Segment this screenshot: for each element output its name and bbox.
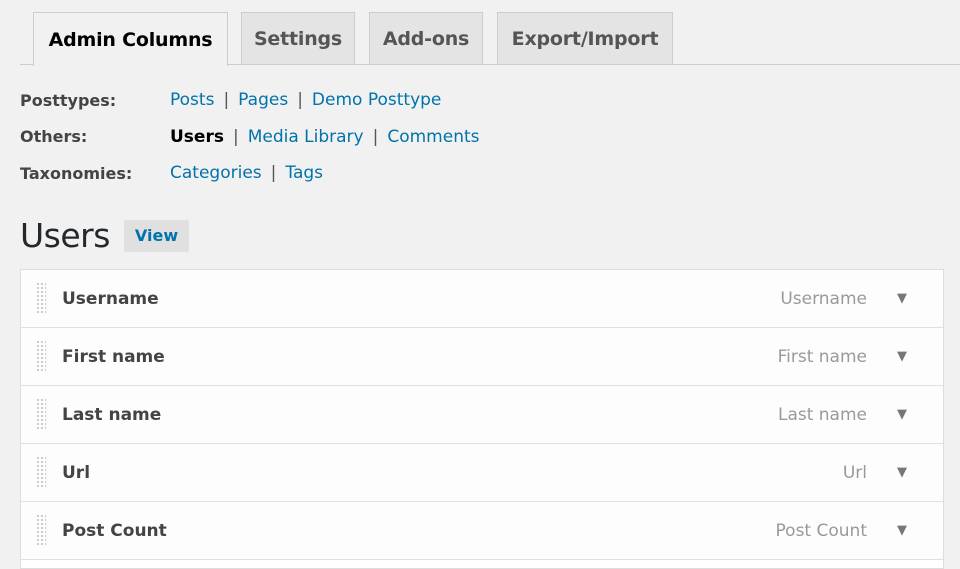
link-pages[interactable]: Pages — [238, 90, 288, 110]
separator: | — [232, 126, 239, 147]
column-type: Post Count — [775, 520, 867, 541]
others-label: Others: — [20, 127, 88, 147]
column-row: Last name Last name ▼ — [21, 386, 943, 444]
column-type: Last name — [777, 404, 867, 425]
page-title: Users — [20, 216, 110, 255]
column-label[interactable]: Post Count — [62, 521, 167, 541]
separator: | — [297, 90, 303, 111]
columns-list: Username Username ▼ First name First nam… — [20, 269, 944, 569]
drag-handle-icon[interactable] — [36, 456, 46, 488]
column-type: Username — [780, 288, 867, 309]
drag-handle-icon[interactable] — [36, 282, 46, 314]
type-menu: Posttypes: Posts | Pages | Demo Posttype… — [20, 82, 480, 192]
column-label[interactable]: First name — [62, 347, 165, 367]
link-tags[interactable]: Tags — [285, 163, 323, 183]
chevron-down-icon[interactable]: ▼ — [897, 523, 907, 538]
posttypes-row: Posttypes: Posts | Pages | Demo Posttype — [20, 82, 480, 119]
chevron-down-icon[interactable]: ▼ — [897, 349, 907, 364]
posttypes-label: Posttypes: — [20, 90, 117, 110]
tab-admin-columns[interactable]: Admin Columns — [33, 12, 228, 66]
separator: | — [372, 126, 379, 147]
separator: | — [223, 90, 230, 111]
column-label[interactable]: Last name — [62, 405, 161, 425]
link-demo-posttype[interactable]: Demo Posttype — [312, 90, 441, 110]
drag-handle-icon[interactable] — [36, 398, 46, 430]
taxonomies-row: Taxonomies: Categories | Tags — [20, 155, 480, 192]
tab-export-import[interactable]: Export/Import — [497, 12, 673, 64]
taxonomies-links: Categories | Tags — [170, 163, 323, 183]
chevron-down-icon[interactable]: ▼ — [897, 465, 907, 480]
others-links: Users | Media Library | Comments — [170, 127, 480, 147]
link-posts[interactable]: Posts — [170, 90, 214, 110]
link-users[interactable]: Users — [170, 127, 224, 147]
nav-tabs: Admin Columns Settings Add-ons Export/Im… — [0, 0, 960, 66]
link-comments[interactable]: Comments — [387, 127, 479, 147]
tab-add-ons[interactable]: Add-ons — [369, 12, 483, 64]
link-media-library[interactable]: Media Library — [248, 127, 364, 147]
link-categories[interactable]: Categories — [170, 163, 262, 183]
column-row: Username Username ▼ — [21, 270, 943, 328]
column-label[interactable]: Url — [62, 463, 90, 483]
column-type: First name — [777, 346, 867, 367]
column-row: Post Count Post Count ▼ — [21, 502, 943, 560]
column-type: Url — [842, 462, 867, 483]
taxonomies-label: Taxonomies: — [20, 163, 133, 183]
chevron-down-icon[interactable]: ▼ — [897, 407, 907, 422]
tab-settings[interactable]: Settings — [241, 12, 355, 64]
column-label[interactable]: Username — [62, 289, 159, 309]
separator: | — [270, 163, 277, 184]
drag-handle-icon[interactable] — [36, 514, 46, 546]
column-row: Url Url ▼ — [21, 444, 943, 502]
chevron-down-icon[interactable]: ▼ — [897, 291, 907, 306]
posttypes-links: Posts | Pages | Demo Posttype — [170, 90, 441, 110]
page-heading: Users View — [20, 216, 190, 255]
drag-handle-icon[interactable] — [36, 340, 46, 372]
view-button[interactable]: View — [123, 219, 190, 252]
column-row: First name First name ▼ — [21, 328, 943, 386]
others-row: Others: Users | Media Library | Comments — [20, 119, 480, 156]
